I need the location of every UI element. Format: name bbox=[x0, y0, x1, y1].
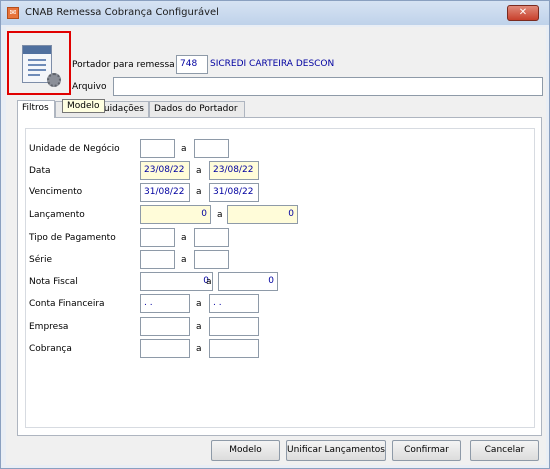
portador-code-field[interactable]: 748 bbox=[176, 55, 208, 74]
conta-financeira-from-field[interactable]: . . bbox=[140, 294, 190, 313]
client-area: Portador para remessa 748 SICREDI CARTEI… bbox=[6, 27, 546, 465]
app-icon: ✉ bbox=[7, 7, 19, 19]
close-icon: ✕ bbox=[518, 7, 528, 18]
close-button[interactable]: ✕ bbox=[507, 5, 539, 21]
tab-liquidacoes-label: quidações bbox=[98, 104, 144, 114]
vencimento-from-field[interactable]: 31/08/22 bbox=[140, 183, 190, 202]
portador-name: SICREDI CARTEIRA DESCON bbox=[210, 59, 335, 69]
tipo-pagamento-to-field[interactable] bbox=[194, 228, 229, 247]
filters-panel bbox=[17, 117, 542, 436]
tipo-pagamento-separator: a bbox=[181, 233, 187, 243]
unidade-from-field[interactable] bbox=[140, 139, 175, 158]
data-from-field[interactable]: 23/08/22 bbox=[140, 161, 190, 180]
conta-financeira-separator: a bbox=[196, 299, 202, 309]
serie-from-field[interactable] bbox=[140, 250, 175, 269]
data-separator: a bbox=[196, 166, 202, 176]
serie-label: Série bbox=[29, 255, 52, 265]
unidade-label: Unidade de Negócio bbox=[29, 144, 120, 154]
tipo-pagamento-label: Tipo de Pagamento bbox=[29, 233, 116, 243]
serie-separator: a bbox=[181, 255, 187, 265]
data-label: Data bbox=[29, 166, 51, 176]
lancamento-label: Lançamento bbox=[29, 210, 85, 220]
vencimento-label: Vencimento bbox=[29, 187, 83, 197]
vencimento-to-field[interactable]: 31/08/22 bbox=[209, 183, 259, 202]
gear-icon bbox=[47, 73, 61, 87]
cobranca-label: Cobrança bbox=[29, 344, 72, 354]
app-window: ✉ CNAB Remessa Cobrança Configurável ✕ P… bbox=[0, 0, 550, 469]
modelo-button[interactable]: Modelo bbox=[211, 440, 280, 461]
modelo-icon-button[interactable] bbox=[7, 31, 71, 95]
filters-group bbox=[25, 128, 535, 428]
unidade-separator: a bbox=[181, 144, 187, 154]
modelo-tooltip: Modelo bbox=[62, 99, 105, 113]
window-title: CNAB Remessa Cobrança Configurável bbox=[25, 7, 219, 18]
conta-financeira-label: Conta Financeira bbox=[29, 299, 105, 309]
lancamento-from-field[interactable]: 0 bbox=[140, 205, 211, 224]
empresa-to-field[interactable] bbox=[209, 317, 259, 336]
tab-dados-portador[interactable]: Dados do Portador bbox=[149, 101, 245, 117]
confirmar-button[interactable]: Confirmar bbox=[392, 440, 461, 461]
vencimento-separator: a bbox=[196, 187, 202, 197]
portador-label: Portador para remessa bbox=[72, 60, 175, 70]
lancamento-to-field[interactable]: 0 bbox=[227, 205, 298, 224]
nota-fiscal-to-field[interactable]: 0 bbox=[218, 272, 278, 291]
nota-fiscal-from-field[interactable]: 0 bbox=[140, 272, 213, 291]
data-to-field[interactable]: 23/08/22 bbox=[209, 161, 259, 180]
unidade-to-field[interactable] bbox=[194, 139, 229, 158]
empresa-separator: a bbox=[196, 322, 202, 332]
cancelar-button[interactable]: Cancelar bbox=[470, 440, 539, 461]
tab-filtros[interactable]: Filtros bbox=[17, 100, 55, 118]
nota-fiscal-label: Nota Fiscal bbox=[29, 277, 78, 287]
nota-fiscal-separator: a bbox=[206, 277, 212, 287]
cobranca-separator: a bbox=[196, 344, 202, 354]
cobranca-from-field[interactable] bbox=[140, 339, 190, 358]
title-bar[interactable]: ✉ CNAB Remessa Cobrança Configurável ✕ bbox=[1, 1, 549, 25]
arquivo-label: Arquivo bbox=[72, 82, 107, 92]
lancamento-separator: a bbox=[217, 210, 223, 220]
conta-financeira-to-field[interactable]: . . bbox=[209, 294, 259, 313]
unificar-lancamentos-button[interactable]: Unificar Lançamentos bbox=[286, 440, 386, 461]
empresa-label: Empresa bbox=[29, 322, 69, 332]
arquivo-field[interactable] bbox=[113, 77, 543, 96]
tipo-pagamento-from-field[interactable] bbox=[140, 228, 175, 247]
cobranca-to-field[interactable] bbox=[209, 339, 259, 358]
serie-to-field[interactable] bbox=[194, 250, 229, 269]
empresa-from-field[interactable] bbox=[140, 317, 190, 336]
